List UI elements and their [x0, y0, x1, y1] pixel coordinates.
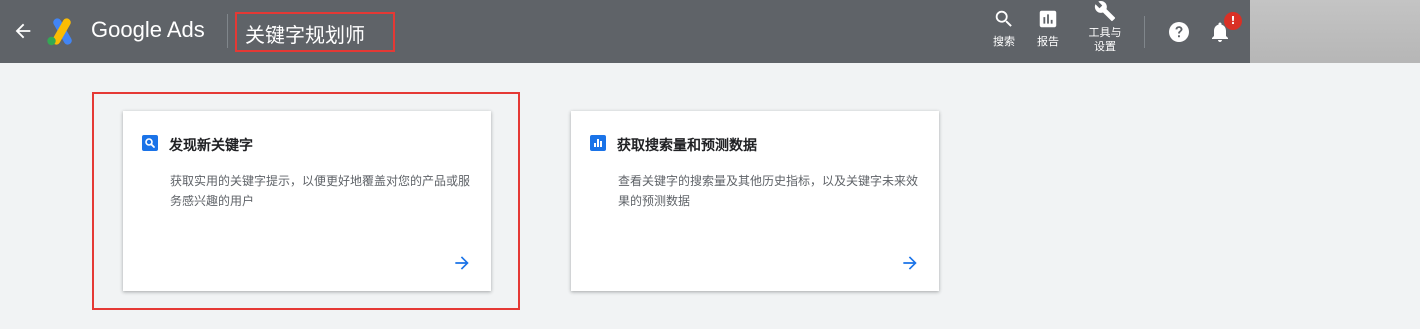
- tools-settings-label: 工具与 设置: [1082, 26, 1128, 54]
- bar-chart-icon: [590, 135, 606, 151]
- card-title: 获取搜索量和预测数据: [617, 138, 757, 154]
- search-volume-forecast-card[interactable]: 获取搜索量和预测数据 查看关键字的搜索量及其他历史指标，以及关键字未来效果的预测…: [571, 111, 939, 291]
- card-title: 发现新关键字: [169, 138, 253, 154]
- google-ads-logo-icon: [47, 18, 72, 46]
- arrow-right-icon[interactable]: [900, 253, 920, 273]
- help-icon[interactable]: [1167, 20, 1191, 44]
- page-title: 关键字规划师: [245, 23, 365, 47]
- report-tool-label: 报告: [1037, 35, 1059, 48]
- discover-keywords-card[interactable]: 发现新关键字 获取实用的关键字提示，以便更好地覆盖对您的产品或服务感兴趣的用户: [123, 111, 491, 291]
- arrow-right-icon[interactable]: [452, 253, 472, 273]
- card-description: 获取实用的关键字提示，以便更好地覆盖对您的产品或服务感兴趣的用户: [170, 174, 471, 208]
- search-icon: [995, 10, 1012, 27]
- notification-badge: !: [1224, 12, 1242, 30]
- tools-settings-label-line1: 工具与: [1088, 26, 1122, 39]
- search-tool-button[interactable]: 搜索: [988, 8, 1020, 49]
- card-description: 查看关键字的搜索量及其他历史指标，以及关键字未来效果的预测数据: [618, 174, 919, 208]
- tools-settings-label-line2: 设置: [1094, 40, 1116, 53]
- search-tool-label: 搜索: [993, 35, 1015, 48]
- bar-chart-icon: [1039, 10, 1057, 28]
- back-arrow-icon[interactable]: [12, 20, 34, 42]
- top-app-bar: Google Ads 关键字规划师 搜索 报告 工具与 设置 !: [0, 0, 1420, 63]
- report-tool-button[interactable]: 报告: [1032, 8, 1064, 49]
- account-area[interactable]: [1250, 0, 1420, 63]
- divider: [227, 14, 228, 48]
- brand-name: Google Ads: [91, 17, 205, 42]
- divider: [1144, 16, 1145, 48]
- search-icon: [142, 135, 158, 151]
- tools-settings-button[interactable]: 工具与 设置: [1082, 0, 1128, 54]
- wrench-icon: [1094, 1, 1116, 22]
